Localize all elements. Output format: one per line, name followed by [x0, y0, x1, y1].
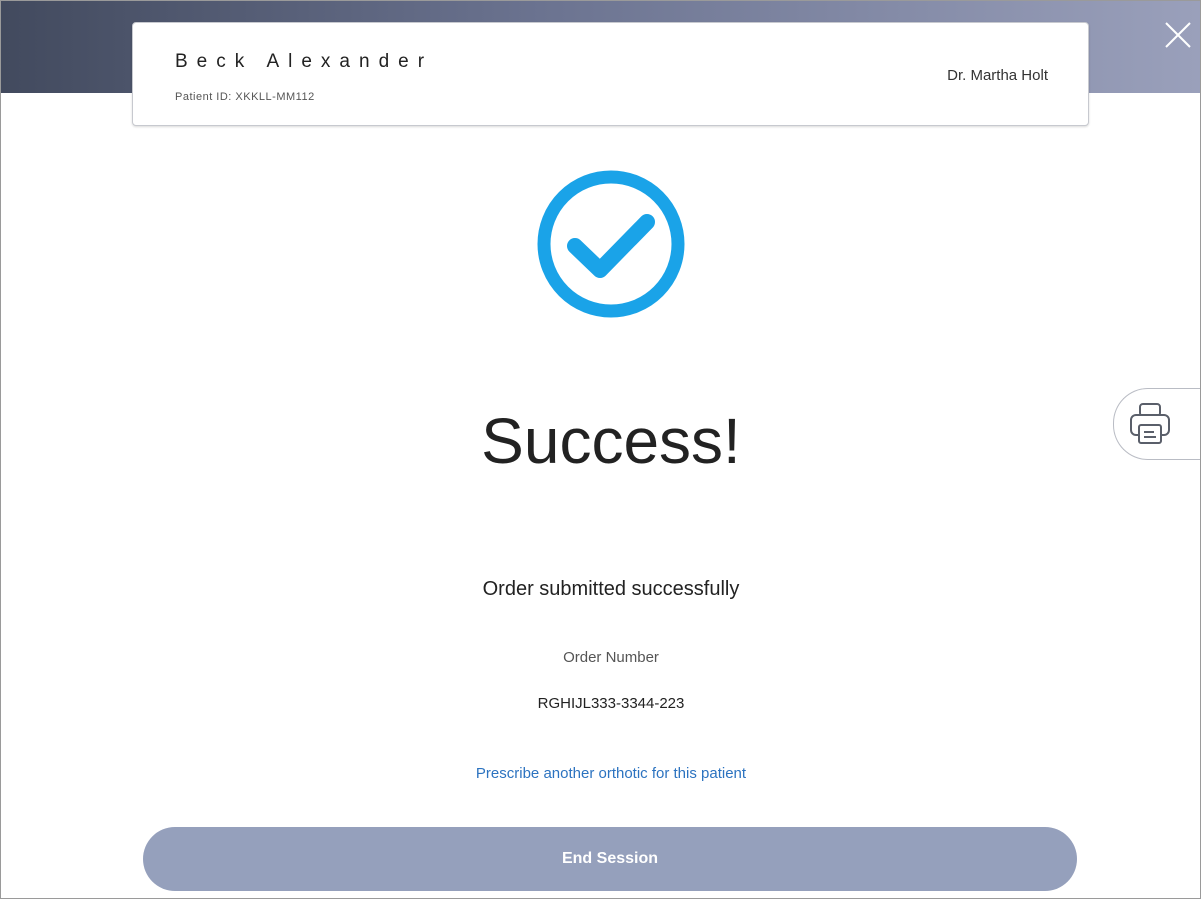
success-title: Success! [481, 405, 741, 477]
patient-id: Patient ID: XKKLL-MM112 [175, 91, 315, 103]
order-number-label: Order Number [563, 649, 659, 666]
patient-name: Beck Alexander [175, 51, 434, 72]
prescribe-another-link[interactable]: Prescribe another orthotic for this pati… [1, 765, 1200, 782]
doctor-name: Dr. Martha Holt [947, 67, 1048, 84]
check-circle-icon [535, 168, 687, 320]
order-submitted-message: Order submitted successfully [482, 578, 740, 600]
order-number-value: RGHIJL333-3344-223 [537, 695, 685, 712]
end-session-button[interactable]: End Session [143, 827, 1077, 891]
modal-window: Beck Alexander Patient ID: XKKLL-MM112 D… [0, 0, 1201, 899]
close-icon[interactable] [1164, 21, 1192, 49]
patient-header-card: Beck Alexander Patient ID: XKKLL-MM112 D… [132, 22, 1089, 126]
